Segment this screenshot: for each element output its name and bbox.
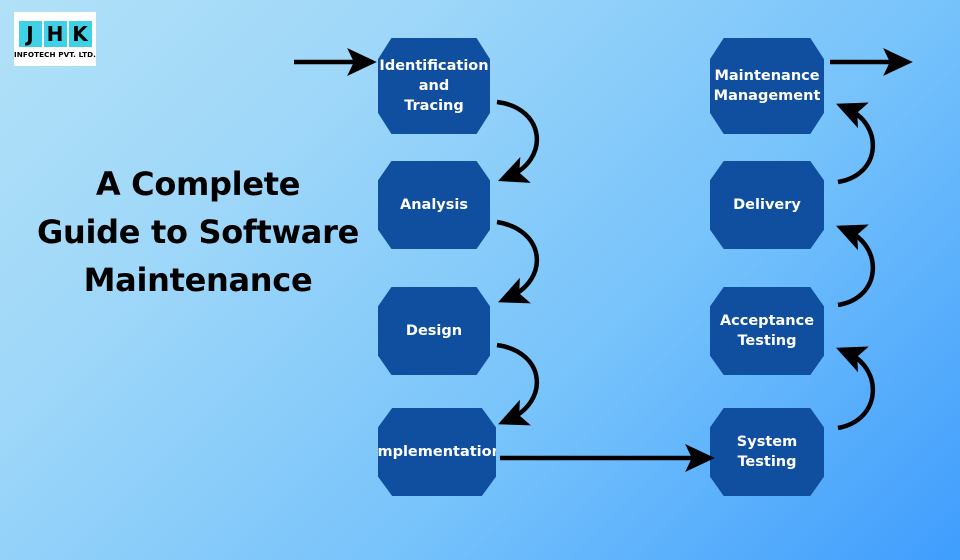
arrow-delivery-to-maintenance-management <box>836 102 875 185</box>
node-identification-and-tracing-line-2: and <box>418 78 450 94</box>
node-acceptance-testing-line-1: Acceptance <box>719 313 815 329</box>
node-maintenance-management-line-2: Management <box>713 88 821 104</box>
node-implementation[interactable]: Implementation <box>378 408 496 496</box>
node-system-testing-line-2: Testing <box>737 454 797 470</box>
node-analysis-label: Analysis <box>400 197 468 213</box>
node-delivery-label: Delivery <box>733 197 801 213</box>
node-maintenance-management-line-1: Maintenance <box>714 68 820 84</box>
logo-letter-h: H <box>43 21 67 47</box>
node-acceptance-testing-line-2: Testing <box>737 333 797 349</box>
page-title-line-1: A Complete <box>95 165 301 203</box>
logo-letter-group: J H K <box>18 21 92 47</box>
page-title-line-2: Guide to Software <box>37 213 359 251</box>
page-title: A Complete Guide to Software Maintenance <box>18 160 378 304</box>
node-acceptance-testing[interactable]: Acceptance Testing <box>710 287 824 375</box>
node-implementation-label: Implementation <box>372 444 502 460</box>
node-design[interactable]: Design <box>378 287 490 375</box>
node-identification-and-tracing[interactable]: Identification and Tracing <box>378 38 490 134</box>
infographic-canvas: J H K INFOTECH PVT. LTD. A Complete Guid… <box>0 0 960 560</box>
logo-letter-j: J <box>18 21 42 47</box>
arrow-system-testing-to-acceptance-testing <box>836 346 875 431</box>
page-title-line-3: Maintenance <box>83 261 313 299</box>
node-delivery[interactable]: Delivery <box>710 161 824 249</box>
node-maintenance-management[interactable]: Maintenance Management <box>710 38 824 134</box>
node-system-testing-line-1: System <box>736 434 798 450</box>
node-design-label: Design <box>405 323 463 339</box>
node-identification-and-tracing-line-3: Tracing <box>404 98 464 114</box>
logo-letter-k: K <box>68 21 92 47</box>
node-analysis[interactable]: Analysis <box>378 161 490 249</box>
arrow-identification-to-analysis <box>496 99 540 183</box>
arrow-analysis-to-design <box>496 219 540 304</box>
arrow-acceptance-testing-to-delivery <box>836 224 875 308</box>
node-system-testing[interactable]: System Testing <box>710 408 824 496</box>
logo-subtitle: INFOTECH PVT. LTD. <box>14 50 96 59</box>
node-identification-and-tracing-line-1: Identification <box>379 58 489 74</box>
company-logo: J H K INFOTECH PVT. LTD. <box>14 12 96 66</box>
arrow-design-to-implementation <box>496 342 540 426</box>
